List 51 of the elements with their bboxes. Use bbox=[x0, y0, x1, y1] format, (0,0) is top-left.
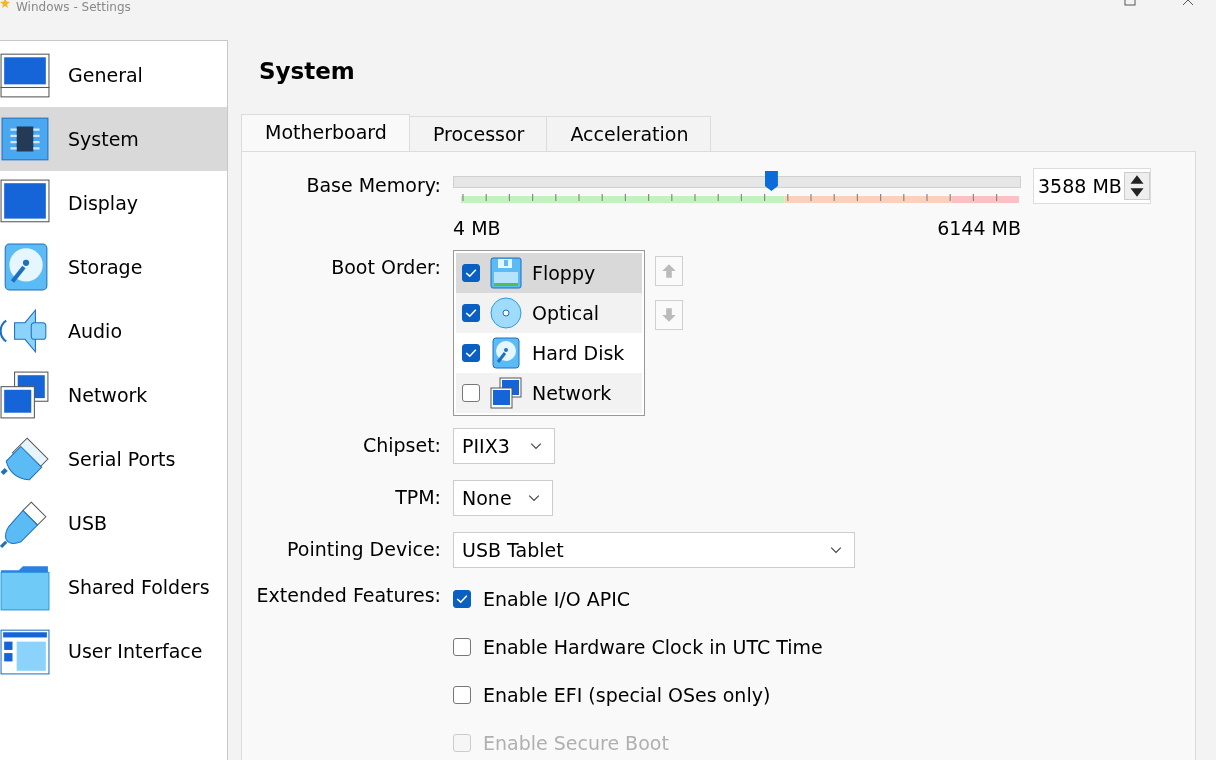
sidebar-item[interactable]: General bbox=[0, 43, 227, 107]
field-label: Base Memory: bbox=[305, 173, 441, 198]
sidebar-item[interactable]: System bbox=[0, 107, 227, 171]
chevron-down-icon bbox=[830, 546, 842, 554]
sidebar-item[interactable]: Shared Folders bbox=[0, 555, 227, 619]
boot-item[interactable]: Optical bbox=[456, 293, 642, 333]
chevron-down-icon bbox=[530, 442, 542, 450]
max-label: 6144 MB bbox=[937, 217, 1021, 239]
chipset-dropdown[interactable]: PIIX3 bbox=[453, 428, 555, 464]
boot-item-label: Network bbox=[532, 382, 612, 404]
boot-item-label: Optical bbox=[532, 302, 600, 324]
tpm-dropdown[interactable]: None bbox=[453, 480, 553, 516]
checkbox[interactable] bbox=[462, 384, 480, 402]
checkbox[interactable] bbox=[453, 686, 471, 704]
page-title: System bbox=[259, 58, 356, 86]
field-label: Boot Order: bbox=[330, 255, 441, 280]
sidebar-item[interactable]: USB bbox=[0, 491, 227, 555]
sidebar-item[interactable]: Network bbox=[0, 363, 227, 427]
boot-item-label: Floppy bbox=[532, 262, 596, 284]
sidebar-item[interactable]: Display bbox=[0, 171, 227, 235]
checkbox[interactable] bbox=[462, 264, 480, 282]
chevron-down-icon bbox=[528, 494, 540, 502]
memory-spinbox[interactable]: 3588 MB bbox=[1033, 168, 1151, 204]
window-title: Windows - Settings bbox=[16, 0, 131, 14]
checkbox[interactable] bbox=[453, 590, 471, 608]
tab[interactable]: Acceleration bbox=[546, 116, 712, 151]
app-icon bbox=[0, 0, 10, 8]
floppy-icon bbox=[490, 257, 522, 289]
checkbox-option[interactable]: Enable EFI (special OSes only) bbox=[453, 678, 823, 712]
checkbox[interactable] bbox=[462, 304, 480, 322]
checkbox-option[interactable]: Enable I/O APIC bbox=[453, 582, 823, 616]
sidebar-item[interactable]: User Interface bbox=[0, 619, 227, 683]
boot-item[interactable]: Network bbox=[456, 373, 642, 413]
network-icon bbox=[490, 377, 522, 409]
boot-item[interactable]: Floppy bbox=[456, 253, 642, 293]
sidebar-item[interactable]: Audio bbox=[0, 299, 227, 363]
field-label: TPM: bbox=[394, 485, 441, 510]
tab[interactable]: Motherboard bbox=[241, 114, 410, 151]
checkbox-option[interactable]: Enable Hardware Clock in UTC Time bbox=[453, 630, 823, 664]
field-label: Pointing Device: bbox=[286, 537, 441, 562]
min-label: 4 MB bbox=[453, 217, 501, 239]
sidebar-item[interactable]: Serial Ports bbox=[0, 427, 227, 491]
pointing-device-dropdown[interactable]: USB Tablet bbox=[453, 532, 855, 568]
sidebar-item[interactable]: Storage bbox=[0, 235, 227, 299]
slider-thumb[interactable] bbox=[764, 171, 778, 191]
checkbox[interactable] bbox=[453, 638, 471, 656]
boot-item-label: Hard Disk bbox=[532, 342, 625, 364]
field-label: Extended Features: bbox=[255, 583, 441, 608]
checkbox[interactable] bbox=[462, 344, 480, 362]
disc-icon bbox=[490, 297, 522, 329]
field-label: Chipset: bbox=[361, 433, 441, 458]
